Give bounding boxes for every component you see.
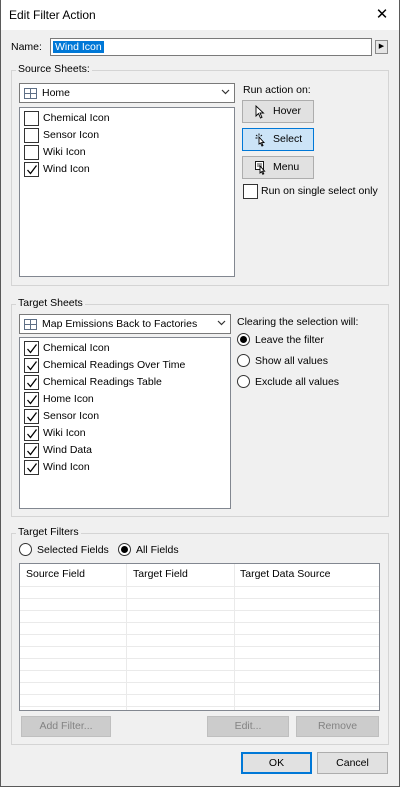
title-bar: Edit Filter Action ✕ — [1, 0, 399, 30]
hover-button[interactable]: Hover — [242, 100, 314, 123]
close-icon[interactable]: ✕ — [369, 2, 395, 28]
table-row — [20, 634, 379, 635]
dashboard-grid-icon — [24, 88, 37, 99]
name-label: Name: — [11, 41, 42, 53]
list-item-label: Wind Icon — [43, 163, 90, 175]
select-button-label: Select — [273, 133, 303, 145]
list-item-label: Chemical Icon — [43, 112, 110, 124]
clearing-option-label: Leave the filter — [255, 334, 324, 346]
checkbox-checked[interactable] — [24, 341, 39, 356]
list-item-label: Chemical Readings Over Time — [43, 359, 186, 371]
table-row — [20, 706, 379, 707]
checkbox-checked[interactable] — [24, 426, 39, 441]
table-row — [20, 682, 379, 683]
source-sheets-list: Chemical Icon Sensor Icon Wiki Icon Wind Ic… — [19, 107, 235, 277]
checkbox-unchecked[interactable] — [24, 145, 39, 160]
name-input[interactable]: Wind Icon — [50, 38, 372, 56]
add-filter-button[interactable]: Add Filter... — [21, 716, 111, 737]
checkbox-unchecked[interactable] — [24, 111, 39, 126]
target-filters-title: Target Filters — [16, 526, 81, 538]
list-item-label: Wiki Icon — [43, 427, 86, 439]
column-header-source-field: Source Field — [26, 568, 85, 580]
selected-fields-label: Selected Fields — [37, 544, 109, 556]
source-dashboard-value: Home — [42, 87, 71, 99]
checkbox-checked[interactable] — [24, 162, 39, 177]
clearing-option-radio[interactable] — [237, 333, 250, 346]
clearing-option-label: Exclude all values — [255, 376, 340, 388]
checkbox-checked[interactable] — [24, 375, 39, 390]
list-item-label: Chemical Icon — [43, 342, 110, 354]
cursor-click-icon — [255, 133, 266, 147]
table-row — [20, 658, 379, 659]
insert-field-button[interactable]: ▶ — [375, 40, 388, 54]
chevron-down-icon — [217, 320, 226, 326]
selected-fields-radio[interactable] — [19, 543, 32, 556]
select-button[interactable]: Select — [242, 128, 314, 151]
cursor-menu-icon — [255, 161, 266, 175]
table-row — [20, 646, 379, 647]
single-select-label: Run on single select only — [261, 185, 378, 197]
menu-button[interactable]: Menu — [242, 156, 314, 179]
checkbox-checked[interactable] — [24, 358, 39, 373]
target-sheets-title: Target Sheets — [16, 297, 85, 309]
cancel-button[interactable]: Cancel — [317, 752, 388, 774]
list-item-label: Home Icon — [43, 393, 94, 405]
table-row — [20, 598, 379, 599]
cursor-pointer-icon — [255, 105, 265, 119]
table-row — [20, 586, 379, 587]
source-dashboard-dropdown[interactable]: Home — [19, 83, 235, 103]
dashboard-grid-icon — [24, 319, 37, 330]
column-header-target-data-source: Target Data Source — [240, 568, 331, 580]
table-row — [20, 610, 379, 611]
list-item-label: Chemical Readings Table — [43, 376, 162, 388]
target-dashboard-dropdown[interactable]: Map Emissions Back to Factories — [19, 314, 231, 334]
run-action-title: Run action on: — [243, 84, 311, 96]
clearing-option-radio[interactable] — [237, 354, 250, 367]
list-item-label: Sensor Icon — [43, 129, 100, 141]
checkbox-unchecked[interactable] — [24, 128, 39, 143]
target-dashboard-value: Map Emissions Back to Factories — [42, 318, 198, 330]
hover-button-label: Hover — [273, 105, 302, 117]
clearing-option-label: Show all values — [255, 355, 328, 367]
list-item-label: Sensor Icon — [43, 410, 100, 422]
list-item-label: Wind Icon — [43, 461, 90, 473]
remove-button[interactable]: Remove — [296, 716, 379, 737]
single-select-checkbox[interactable] — [243, 184, 258, 199]
checkbox-checked[interactable] — [24, 409, 39, 424]
table-row — [20, 670, 379, 671]
ok-button[interactable]: OK — [241, 752, 312, 774]
all-fields-label: All Fields — [136, 544, 179, 556]
list-item-label: Wiki Icon — [43, 146, 86, 158]
source-sheets-title: Source Sheets: — [16, 63, 92, 75]
list-item-label: Wind Data — [43, 444, 93, 456]
checkbox-checked[interactable] — [24, 460, 39, 475]
dialog-title: Edit Filter Action — [9, 8, 96, 22]
edit-button[interactable]: Edit... — [207, 716, 289, 737]
clearing-title: Clearing the selection will: — [237, 316, 359, 328]
name-input-value: Wind Icon — [53, 41, 104, 53]
field-mapping-table: Source Field Target Field Target Data So… — [19, 563, 380, 711]
clearing-option-radio[interactable] — [237, 375, 250, 388]
table-row — [20, 694, 379, 695]
chevron-down-icon — [221, 89, 230, 95]
column-header-target-field: Target Field — [133, 568, 188, 580]
checkbox-checked[interactable] — [24, 443, 39, 458]
target-sheets-list: Chemical Icon Chemical Readings Over Time… — [19, 337, 231, 509]
edit-filter-action-dialog: Edit Filter Action ✕ Name: Wind Icon ▶ S… — [0, 0, 400, 787]
table-row — [20, 622, 379, 623]
all-fields-radio[interactable] — [118, 543, 131, 556]
menu-button-label: Menu — [273, 161, 300, 173]
checkbox-checked[interactable] — [24, 392, 39, 407]
